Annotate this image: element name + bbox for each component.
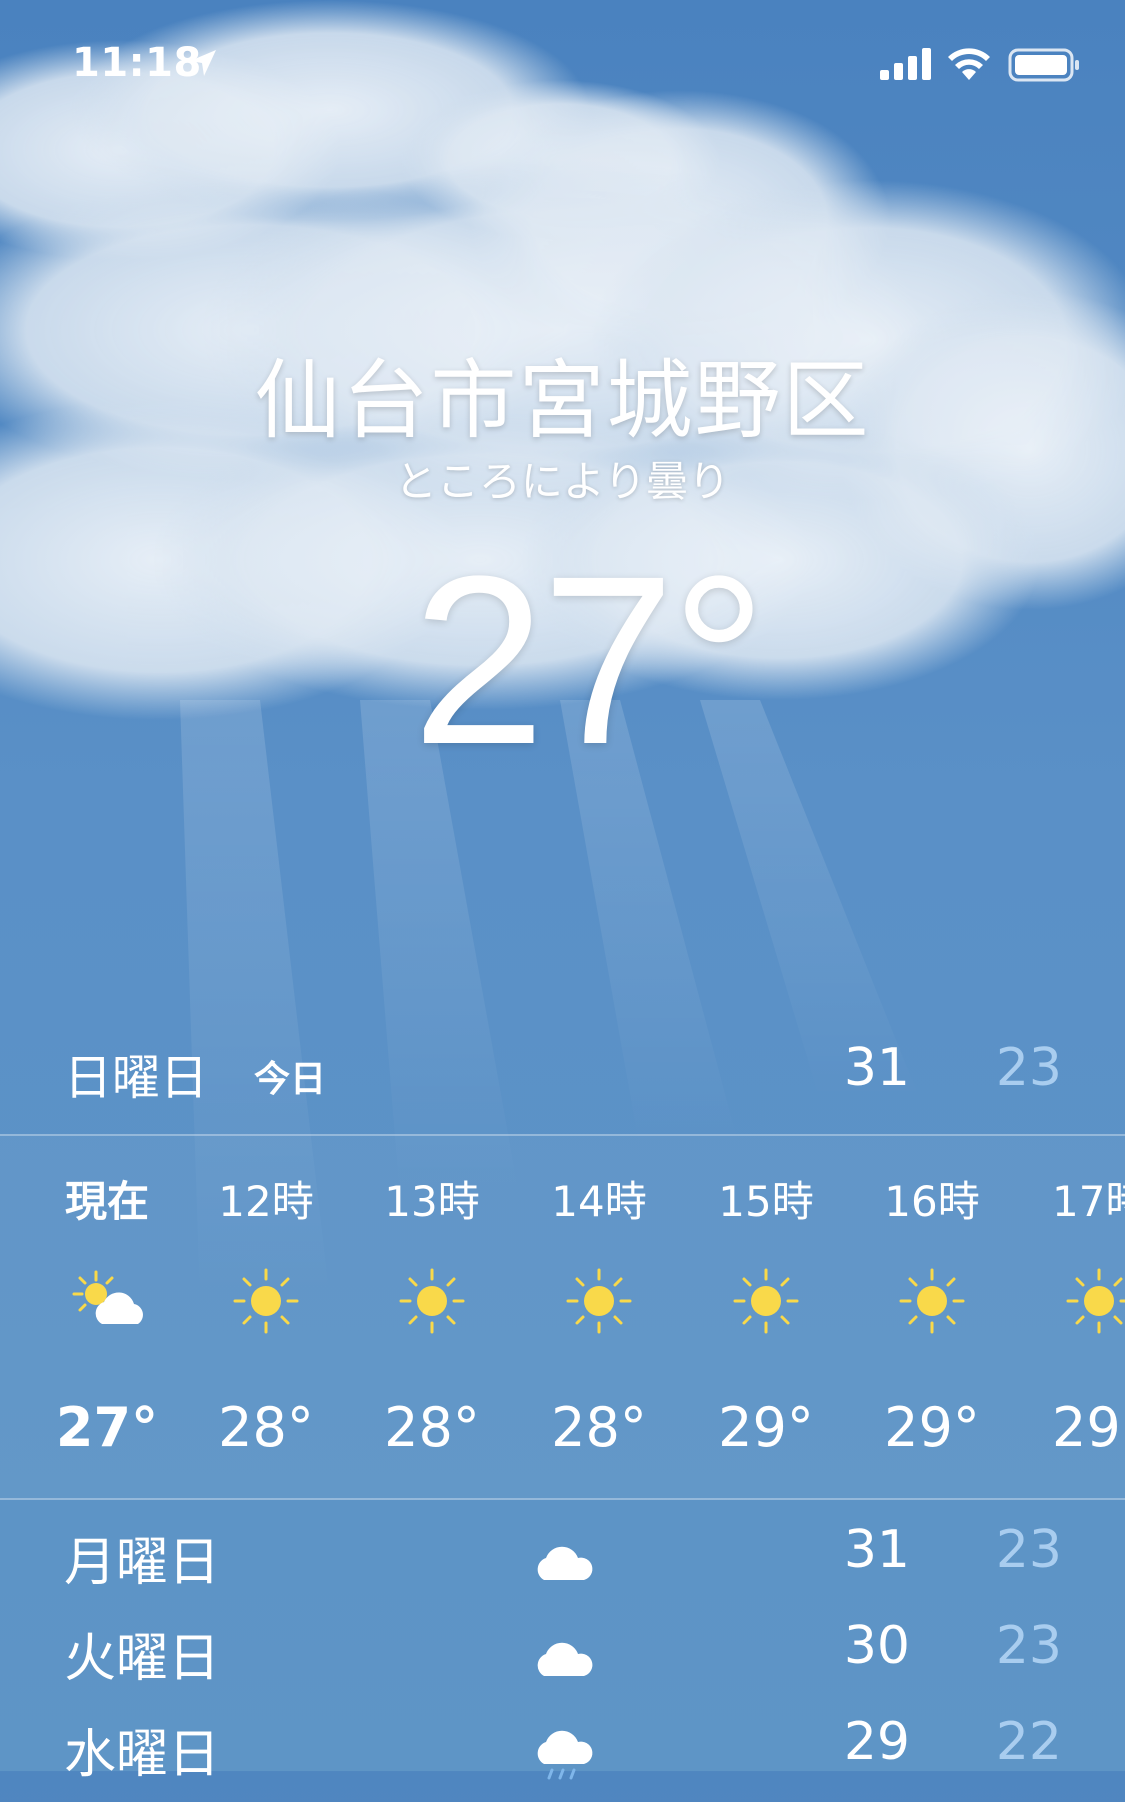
sun-icon [233,1268,299,1334]
day-low-temp: 22 [995,1712,1062,1772]
today-day-name: 日曜日 [64,1050,209,1106]
hourly-item: 15時 29° [683,1160,849,1470]
cloud-icon [537,1546,593,1580]
today-high-temp: 31 [843,1038,910,1098]
hourly-item: 14時 28° [516,1160,682,1470]
divider [0,1498,1125,1500]
sun-icon [566,1268,632,1334]
hour-temp: 29° [718,1396,814,1459]
hour-label: 現在 [64,1177,149,1226]
hourly-item: 現在 27° [24,1160,190,1470]
hour-label: 15時 [718,1177,814,1226]
hour-temp: 29° [1052,1396,1125,1459]
day-high-temp: 30 [843,1616,910,1676]
day-high-temp: 31 [843,1520,910,1580]
today-summary-row: 日曜日 今日 31 23 [0,1020,1125,1110]
hour-temp: 28° [384,1396,480,1459]
hourly-item: 12時 28° [183,1160,349,1470]
hourly-item-clipped: 17時 29° [1010,1160,1125,1470]
city-name: 仙台市宮城野区 [254,351,871,451]
daily-row: 水曜日 29 22 [0,1706,1125,1802]
location-arrow-icon [190,50,216,76]
day-name: 水曜日 [64,1725,221,1785]
hour-label: 17時 [1052,1177,1125,1226]
daily-row: 火曜日 30 23 [0,1610,1125,1706]
hour-label: 12時 [218,1177,314,1226]
day-low-temp: 23 [995,1616,1062,1676]
cloud-rain-icon [537,1730,593,1780]
current-temperature: 27° [412,526,767,794]
sun-icon [899,1268,965,1334]
status-bar: 11:18 [0,0,1125,130]
sun-icon [399,1268,465,1334]
day-low-temp: 23 [995,1520,1062,1580]
hourly-item: 16時 29° [849,1160,1015,1470]
hour-temp: 29° [884,1396,980,1459]
day-high-temp: 29 [843,1712,910,1772]
today-low-temp: 23 [995,1038,1062,1098]
status-time: 11:18 [72,40,202,86]
hourly-item: 13時 28° [349,1160,515,1470]
day-name: 月曜日 [64,1533,221,1593]
today-label: 今日 [254,1059,327,1100]
hour-label: 13時 [384,1177,480,1226]
hour-temp: 28° [218,1396,314,1459]
wifi-icon [948,48,990,80]
day-name: 火曜日 [64,1629,221,1689]
sun-icon [1066,1268,1125,1334]
hour-temp: 27° [55,1396,159,1459]
cloud-icon [537,1642,593,1676]
hour-label: 16時 [884,1177,980,1226]
sky-background [0,0,1125,1771]
hour-label: 14時 [551,1177,647,1226]
cellular-signal-icon [880,48,931,80]
hour-temp: 28° [551,1396,647,1459]
partly-cloudy-icon [72,1270,143,1324]
battery-icon [1008,48,1079,82]
weather-condition: ところにより曇り [394,457,731,506]
daily-row: 月曜日 31 23 [0,1514,1125,1610]
sun-icon [733,1268,799,1334]
